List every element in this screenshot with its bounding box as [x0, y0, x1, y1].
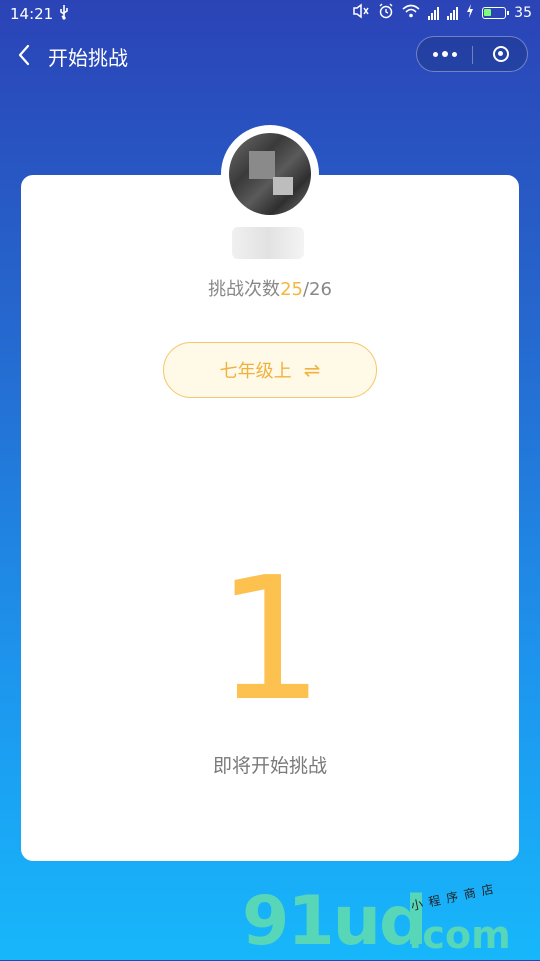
user-nickname-blurred — [232, 227, 304, 259]
attempts-total: /26 — [302, 279, 332, 300]
page-title: 开始挑战 — [48, 46, 128, 70]
chevron-left-icon — [18, 44, 30, 66]
signal-4g-icon — [447, 6, 459, 20]
watermark-main: 91ud — [242, 882, 428, 961]
avatar-frame — [221, 125, 319, 223]
watermark-logo: 91ud 小程序商店 .com — [242, 881, 540, 961]
capsule-menu — [416, 36, 528, 72]
back-button[interactable] — [12, 40, 38, 70]
battery-level: 35 — [514, 5, 532, 21]
more-button[interactable] — [417, 37, 472, 71]
grade-label: 七年级上 — [219, 361, 292, 382]
watermark-domain: .com — [408, 913, 511, 957]
swap-icon: ⇌ — [303, 358, 321, 382]
close-miniprogram-button[interactable] — [473, 37, 528, 71]
attempts-label: 挑战次数 — [208, 279, 281, 300]
nav-bar: 开始挑战 — [0, 28, 540, 82]
more-dots-icon — [432, 51, 438, 57]
target-close-icon — [492, 46, 509, 62]
attempts-counter: 挑战次数25/26 — [0, 275, 540, 301]
grade-select-button[interactable]: 七年级上 ⇌ — [163, 342, 377, 398]
mute-icon — [352, 3, 370, 23]
signal-icon — [428, 6, 440, 20]
battery-icon — [482, 7, 510, 19]
attempts-used: 25 — [280, 279, 303, 300]
challenge-status: 即将开始挑战 — [212, 755, 327, 777]
status-bar: 14:21 35 — [0, 0, 540, 28]
alarm-icon — [378, 3, 394, 23]
wifi-icon — [402, 4, 420, 22]
avatar — [229, 133, 311, 215]
status-time: 14:21 — [10, 5, 54, 23]
usb-icon — [58, 4, 70, 24]
countdown-number: 1 — [215, 541, 325, 739]
charging-icon — [466, 4, 474, 22]
